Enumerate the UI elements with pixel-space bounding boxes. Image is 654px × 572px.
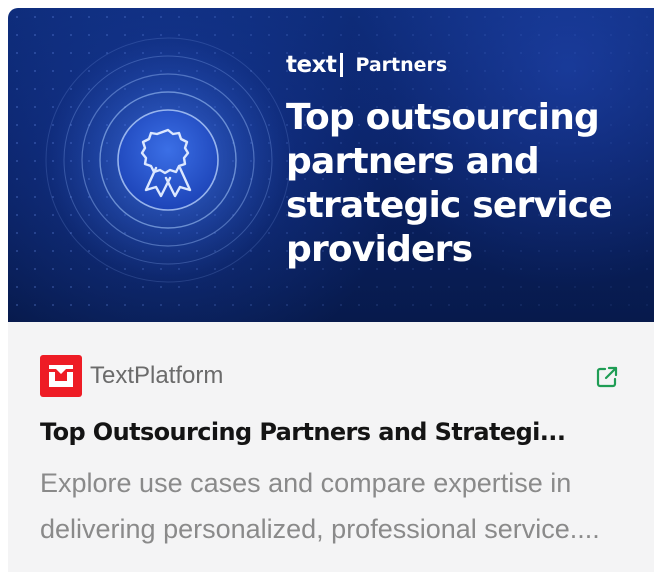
brand-subtitle: Partners bbox=[355, 54, 448, 76]
brand-logo: text bbox=[286, 52, 337, 78]
card-description: Explore use cases and compare expertise … bbox=[40, 468, 600, 544]
site-favicon-icon bbox=[40, 355, 82, 397]
card-body: TextPlatform Top Outsourcing Partners an… bbox=[8, 322, 654, 572]
hero-title: Top outsourcing partners and strategic s… bbox=[286, 97, 613, 270]
external-link-icon[interactable] bbox=[594, 364, 620, 390]
source-name: TextPlatform bbox=[90, 362, 224, 389]
award-badge-rings bbox=[40, 32, 296, 288]
link-preview-card[interactable]: text Partners Top outsourcing partners a… bbox=[8, 8, 654, 572]
brand-cursor-bar bbox=[340, 53, 344, 77]
source-row: TextPlatform bbox=[40, 355, 224, 397]
hero-banner: text Partners Top outsourcing partners a… bbox=[8, 8, 654, 322]
card-title[interactable]: Top Outsourcing Partners and Strategi... bbox=[40, 416, 580, 448]
brand-header: text Partners bbox=[286, 48, 447, 82]
